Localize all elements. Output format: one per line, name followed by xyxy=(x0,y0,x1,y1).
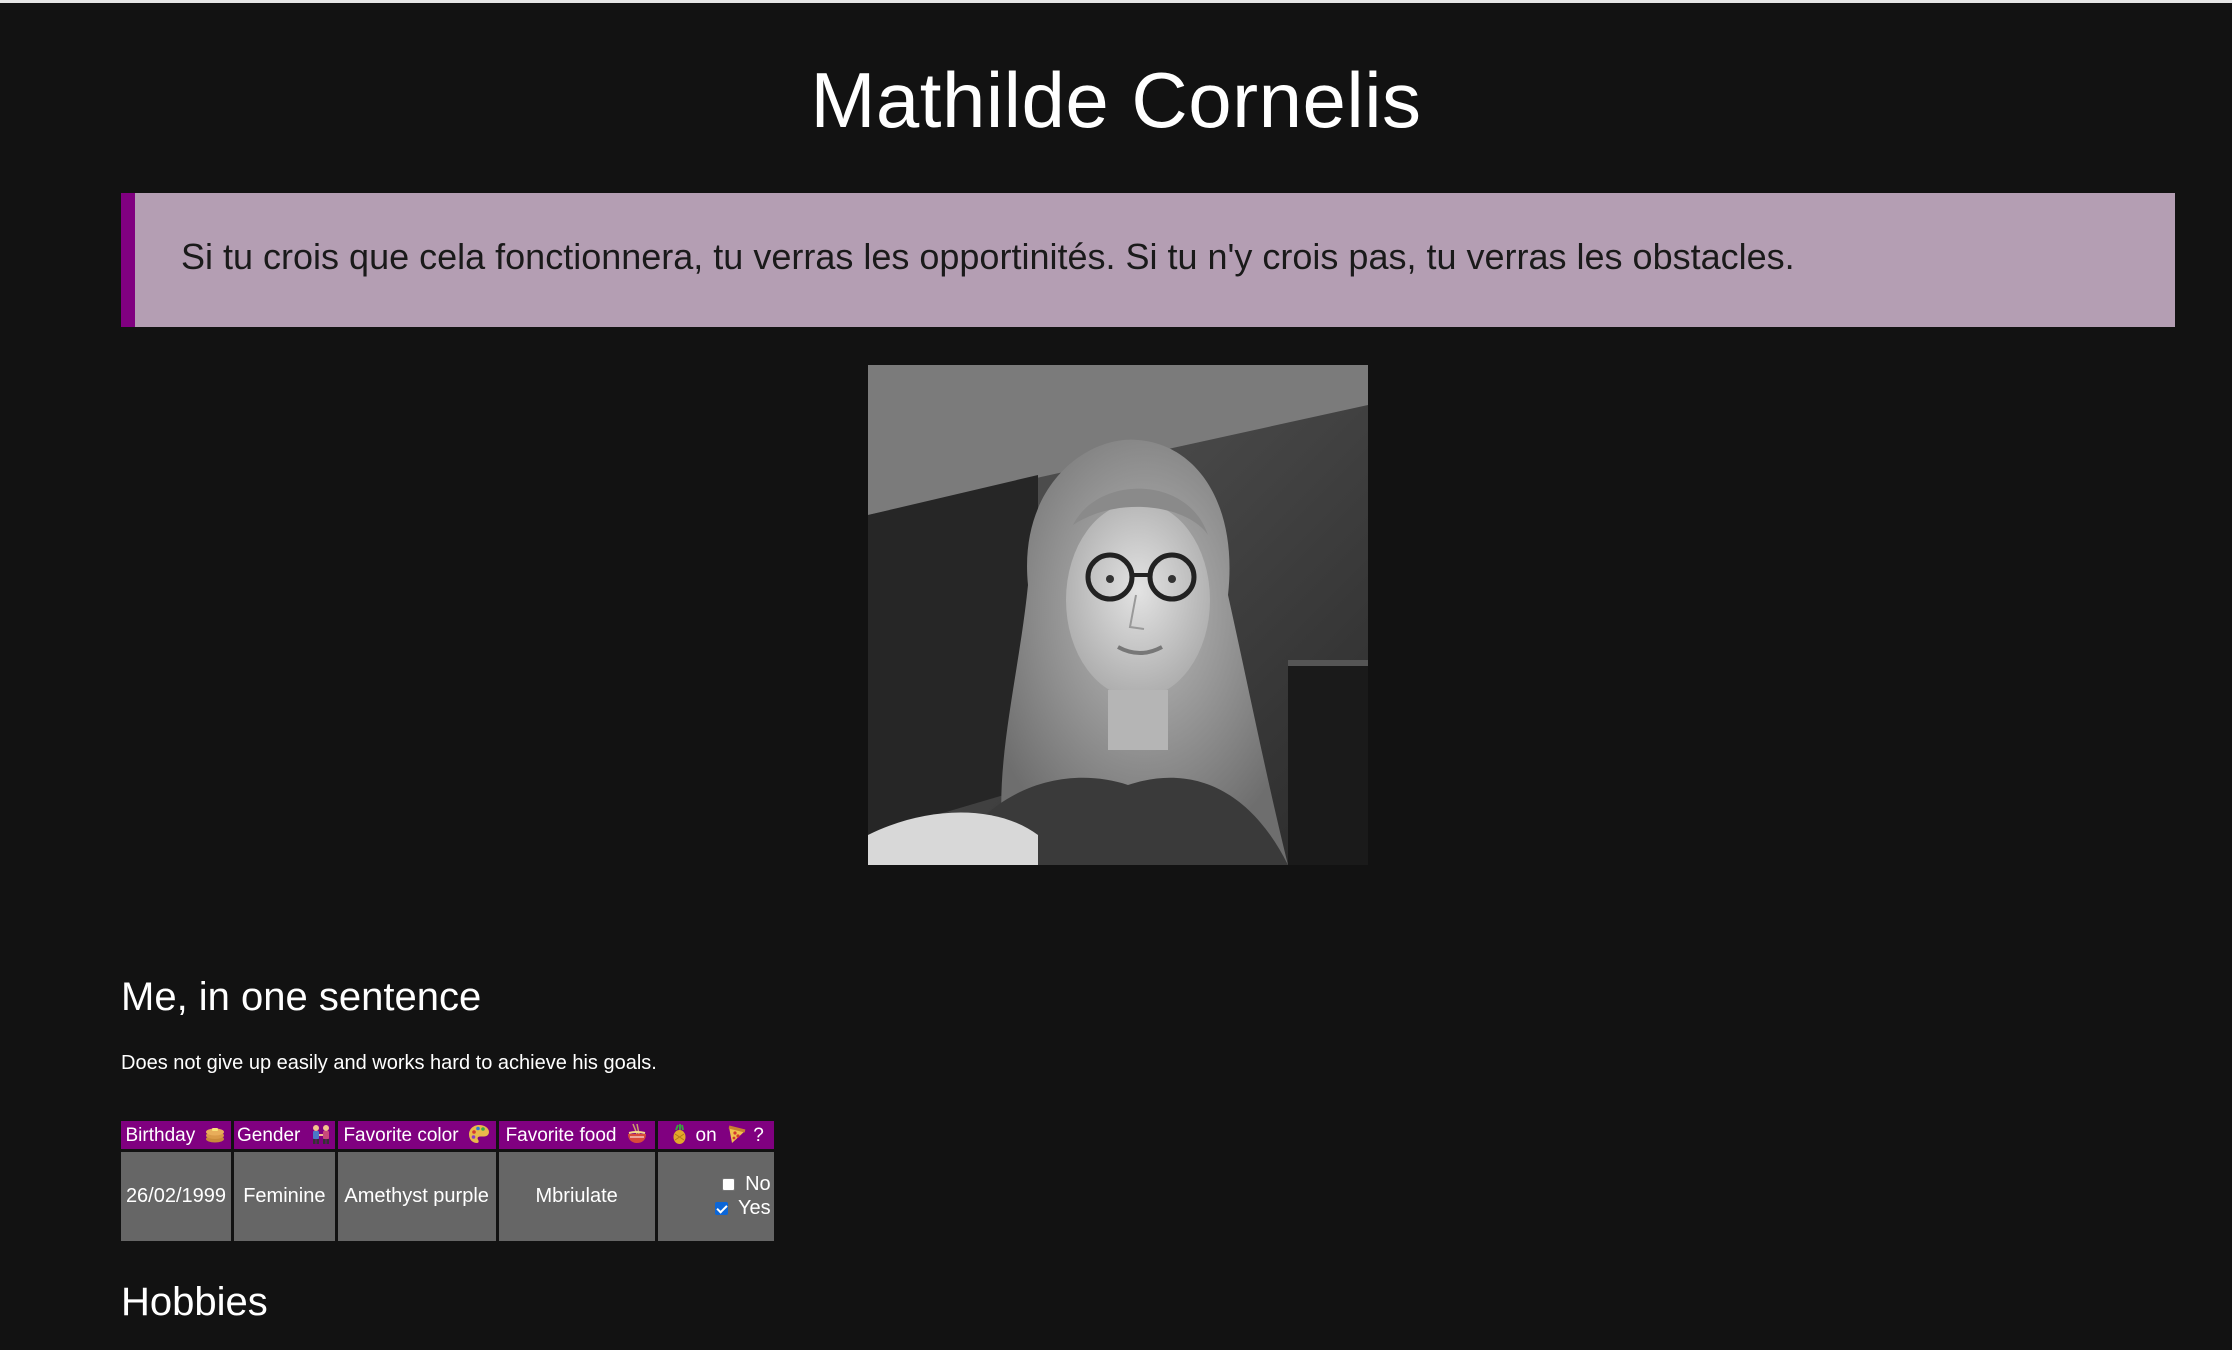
cell-birthday: 26/02/1999 xyxy=(121,1152,231,1241)
header-gender: Gender xyxy=(234,1121,335,1149)
checkbox-no[interactable] xyxy=(722,1178,736,1191)
profile-photo xyxy=(868,365,1368,865)
header-favorite-food-label: Favorite food xyxy=(505,1125,617,1146)
info-table: Birthday Gender Favorite color Favorite … xyxy=(118,1118,777,1244)
section-heading-hobbies: Hobbies xyxy=(121,1280,268,1324)
table-header-row: Birthday Gender Favorite color Favorite … xyxy=(121,1121,774,1149)
top-border xyxy=(0,0,2232,3)
cell-favorite-food: Mbriulate xyxy=(498,1152,655,1241)
pancakes-icon xyxy=(206,1128,225,1143)
header-pineapple-pizza-suffix: ? xyxy=(753,1125,764,1146)
section-heading-sentence: Me, in one sentence xyxy=(121,975,482,1019)
cell-pineapple-options: No Yes xyxy=(657,1152,774,1241)
artist-palette-icon xyxy=(468,1125,489,1143)
people-holding-hands-icon xyxy=(312,1125,329,1144)
profile-page: Mathilde Cornelis Si tu crois que cela f… xyxy=(0,0,2232,1350)
option-yes-label: Yes xyxy=(738,1197,771,1219)
quote-block: Si tu crois que cela fonctionnera, tu ve… xyxy=(121,193,2175,327)
header-favorite-color-label: Favorite color xyxy=(343,1125,459,1146)
header-birthday: Birthday xyxy=(121,1121,231,1149)
pineapple-icon xyxy=(673,1124,686,1144)
header-birthday-label: Birthday xyxy=(125,1125,196,1146)
header-favorite-color: Favorite color xyxy=(337,1121,496,1149)
table-row: 26/02/1999 Feminine Amethyst purple Mbri… xyxy=(121,1152,774,1241)
about-sentence: Does not give up easily and works hard t… xyxy=(121,1052,657,1074)
noodle-bowl-icon xyxy=(627,1123,646,1143)
header-gender-label: Gender xyxy=(237,1125,301,1146)
header-favorite-food: Favorite food xyxy=(498,1121,655,1149)
header-pineapple-pizza: on ? xyxy=(657,1121,774,1149)
cell-favorite-color: Amethyst purple xyxy=(337,1152,496,1241)
profile-photo-image xyxy=(868,365,1368,865)
checkbox-yes[interactable] xyxy=(715,1202,729,1215)
header-pineapple-pizza-label: on xyxy=(695,1125,717,1146)
page-title: Mathilde Cornelis xyxy=(810,56,1422,144)
option-no-label: No xyxy=(745,1173,771,1195)
quote-text: Si tu crois que cela fonctionnera, tu ve… xyxy=(181,236,1795,277)
option-yes[interactable]: Yes xyxy=(661,1197,771,1221)
option-no[interactable]: No xyxy=(661,1173,771,1197)
pizza-icon xyxy=(728,1125,746,1143)
cell-gender: Feminine xyxy=(234,1152,335,1241)
